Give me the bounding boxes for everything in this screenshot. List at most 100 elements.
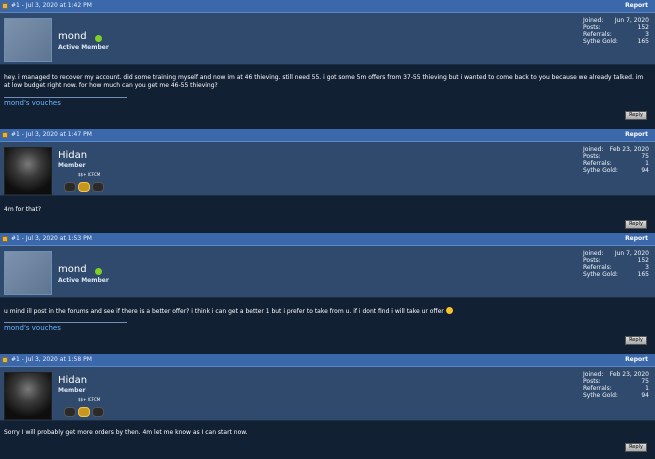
post-body: u mind ill post in the forums and see if…: [0, 298, 655, 354]
post-date: #1 - Jul 3, 2020 at 1:42 PM: [11, 2, 92, 9]
smiley-icon: [445, 307, 453, 314]
post-date: #1 - Jul 3, 2020 at 1:47 PM: [11, 131, 92, 138]
badge-icon: [92, 407, 104, 417]
user-info-bar: Hidan Member $$+ ICFCM Joined: Feb 23, 20…: [0, 142, 655, 196]
stat-value: 152: [637, 257, 649, 264]
user-title: Member: [58, 162, 86, 169]
post-message: 4m for that?: [4, 206, 42, 213]
user-info-bar: mond Active Member Joined: Jun 7, 2020 Po…: [0, 246, 655, 298]
post-2: #1 - Jul 3, 2020 at 1:47 PM Report Hidan…: [0, 129, 655, 235]
post-header: #1 - Jul 3, 2020 at 1:58 PM Report: [0, 354, 655, 367]
calendar-icon: [2, 132, 8, 138]
message-text: u mind ill post in the forums and see if…: [4, 308, 444, 315]
badge-icon: [64, 182, 76, 192]
stat-label: Sythe Gold:: [583, 271, 618, 278]
post-header: #1 - Jul 3, 2020 at 1:42 PM Report: [0, 0, 655, 13]
post-date: #1 - Jul 3, 2020 at 1:53 PM: [11, 235, 92, 242]
post-body: 4m for that? Reply: [0, 196, 655, 235]
stat-label: Referrals:: [583, 31, 612, 38]
user-badges: [64, 402, 106, 421]
stat-label: Referrals:: [583, 385, 612, 392]
user-badges: [64, 177, 106, 196]
user-stats: Joined: Feb 23, 2020 Posts: 75 Referrals: 1…: [583, 371, 649, 399]
post-date: #1 - Jul 3, 2020 at 1:58 PM: [11, 356, 92, 363]
stat-label: Posts:: [583, 257, 601, 264]
stat-value: 1: [645, 160, 649, 167]
username[interactable]: mond: [58, 264, 87, 275]
post-message: hey. i managed to recover my account. di…: [4, 74, 644, 89]
stat-value: 75: [641, 378, 649, 385]
stat-label: Referrals:: [583, 160, 612, 167]
post-message: u mind ill post in the forums and see if…: [4, 307, 647, 316]
vouches-link[interactable]: mond's vouches: [4, 324, 61, 332]
stat-value: 3: [645, 31, 649, 38]
calendar-icon: [2, 236, 8, 242]
calendar-icon: [2, 3, 8, 9]
user-title: Member: [58, 387, 86, 394]
signature-divider: [4, 97, 127, 98]
user-info-bar: mond Active Member Joined: Jun 7, 2020 Po…: [0, 13, 655, 65]
report-link[interactable]: Report: [625, 129, 648, 141]
stat-label: Sythe Gold:: [583, 392, 618, 399]
avatar[interactable]: [4, 18, 52, 62]
avatar[interactable]: [4, 251, 52, 295]
report-link[interactable]: Report: [625, 354, 648, 366]
stat-value: 75: [641, 153, 649, 160]
post-header: #1 - Jul 3, 2020 at 1:47 PM Report: [0, 129, 655, 142]
post-1: #1 - Jul 3, 2020 at 1:42 PM Report mond …: [0, 0, 655, 129]
stat-value: 165: [637, 38, 649, 45]
stat-label: Posts:: [583, 153, 601, 160]
online-status-icon: [95, 35, 102, 42]
stat-value: 94: [641, 167, 649, 174]
post-message: Sorry I will probably get more orders by…: [4, 429, 248, 436]
avatar[interactable]: [4, 147, 52, 195]
post-header: #1 - Jul 3, 2020 at 1:53 PM Report: [0, 233, 655, 246]
post-body: hey. i managed to recover my account. di…: [0, 65, 655, 129]
stat-label: Posts:: [583, 378, 601, 385]
stat-value: 165: [637, 271, 649, 278]
user-stats: Joined: Feb 23, 2020 Posts: 75 Referrals: 1…: [583, 146, 649, 174]
stat-label: Sythe Gold:: [583, 38, 618, 45]
gold-badge-icon: [78, 182, 90, 192]
stat-value: 152: [637, 24, 649, 31]
report-link[interactable]: Report: [625, 0, 648, 12]
reply-button[interactable]: Reply: [625, 336, 647, 345]
badge-icon: [92, 182, 104, 192]
stat-value: 94: [641, 392, 649, 399]
report-link[interactable]: Report: [625, 233, 648, 245]
username[interactable]: Hidan: [58, 375, 87, 386]
reply-button[interactable]: Reply: [625, 443, 647, 452]
stat-label: Joined:: [583, 17, 604, 24]
username[interactable]: mond: [58, 31, 87, 42]
stat-label: Referrals:: [583, 264, 612, 271]
stat-value: Jun 7, 2020: [614, 17, 649, 24]
post-4: #1 - Jul 3, 2020 at 1:58 PM Report Hidan…: [0, 354, 655, 459]
stat-label: Sythe Gold:: [583, 167, 618, 174]
badge-icon: [64, 407, 76, 417]
reply-button[interactable]: Reply: [625, 220, 647, 229]
post-body: Sorry I will probably get more orders by…: [0, 421, 655, 459]
stat-value: Feb 23, 2020: [609, 146, 649, 153]
stat-label: Posts:: [583, 24, 601, 31]
stat-value: 3: [645, 264, 649, 271]
user-title: Active Member: [58, 277, 109, 284]
stat-label: Joined:: [583, 146, 604, 153]
user-info-bar: Hidan Member $$+ ICFCM Joined: Feb 23, 20…: [0, 367, 655, 421]
stat-label: Joined:: [583, 250, 604, 257]
user-title: Active Member: [58, 44, 109, 51]
post-3: #1 - Jul 3, 2020 at 1:53 PM Report mond …: [0, 233, 655, 354]
stat-label: Joined:: [583, 371, 604, 378]
calendar-icon: [2, 357, 8, 363]
vouches-link[interactable]: mond's vouches: [4, 99, 61, 107]
reply-button[interactable]: Reply: [625, 111, 647, 120]
user-stats: Joined: Jun 7, 2020 Posts: 152 Referrals: 3…: [583, 250, 649, 278]
signature-divider: [4, 322, 127, 323]
stat-value: Jun 7, 2020: [614, 250, 649, 257]
stat-value: 1: [645, 385, 649, 392]
user-stats: Joined: Jun 7, 2020 Posts: 152 Referrals: 3…: [583, 17, 649, 45]
avatar[interactable]: [4, 372, 52, 420]
gold-badge-icon: [78, 407, 90, 417]
username[interactable]: Hidan: [58, 150, 87, 161]
stat-value: Feb 23, 2020: [609, 371, 649, 378]
online-status-icon: [95, 268, 102, 275]
